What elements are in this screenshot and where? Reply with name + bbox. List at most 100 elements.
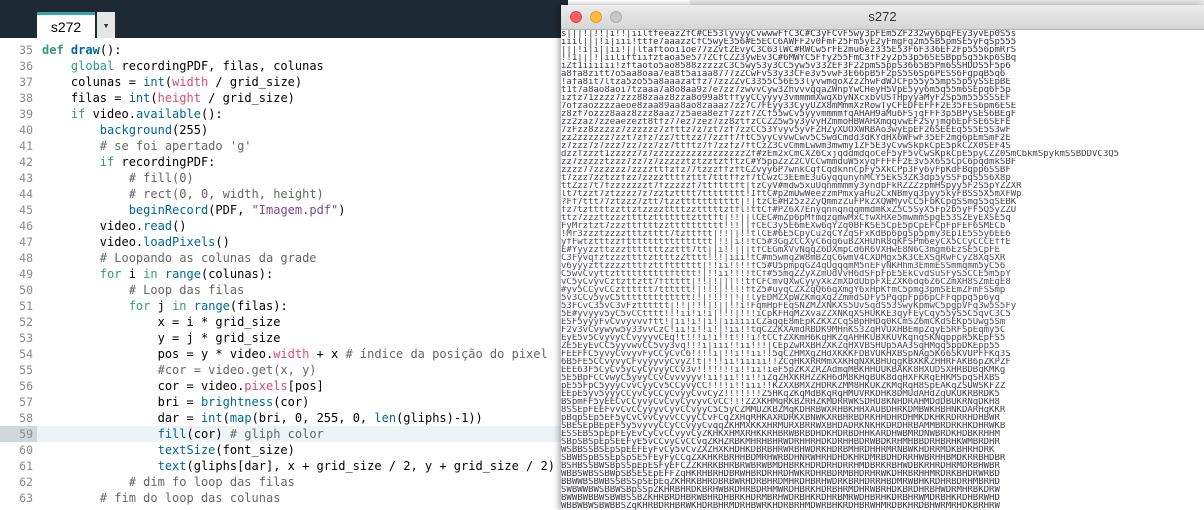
line-number: 36 — [19, 59, 33, 73]
code-line[interactable]: # rect(0, 0, width, height) — [37, 186, 568, 202]
code-line-text: for j in range(filas): — [128, 299, 288, 313]
code-line[interactable]: def draw(): — [37, 42, 568, 58]
code-line[interactable]: pos = y * video.width + x # índice da po… — [37, 346, 568, 362]
code-line-text: bri = brightness(cor) — [42, 395, 310, 409]
line-number: 60 — [19, 443, 33, 457]
code-line-text: colunas = int(width / grid_size) — [42, 75, 303, 89]
code-editor: s272 ▾ def draw(): global recordingPDF, … — [0, 0, 568, 510]
code-line-text: # Loop das filas — [128, 283, 245, 297]
code-line[interactable]: dar = int(map(bri, 0, 255, 0, len(gliphs… — [37, 410, 568, 426]
ascii-glyph-row: iiil|||!i|iii!ttfe7aaazzCfC5wyE356#E5ECC… — [561, 38, 1017, 46]
tab-menu-chevron-down-icon[interactable]: ▾ — [97, 12, 115, 38]
line-number: 38 — [19, 91, 33, 105]
code-line[interactable]: fill(cor) # gliph color — [37, 426, 568, 442]
code-line[interactable]: global recordingPDF, filas, colunas — [37, 58, 568, 74]
ascii-glyph-row: pBqpSEp5EF5yCvCvvCyvvCCyyCCvFCqZXHqRHKAX… — [561, 414, 1000, 422]
code-line[interactable]: filas = int(height / grid_size) — [37, 90, 568, 106]
ascii-glyph-row: zz2zzzzzz7zzt7zfz7zz7tttzz77zzff7ftC5yyC… — [561, 134, 1011, 142]
ascii-glyph-row: lt7tzzt7ztzzzz7z7zztztttt7tttttttt!IftC#… — [561, 190, 1022, 198]
code-line-text: pos = y * video.width + x # índice da po… — [42, 347, 548, 361]
code-line[interactable]: x = i * grid_size — [37, 314, 568, 330]
code-line-text: def draw(): — [42, 43, 122, 57]
code-line[interactable]: bri = brightness(cor) — [37, 394, 568, 410]
line-number: 44 — [19, 187, 33, 201]
code-line[interactable]: #cor = video.get(x, y) — [37, 362, 568, 378]
code-line-text: video.read() — [42, 219, 187, 233]
code-line[interactable]: textSize(font_size) — [37, 442, 568, 458]
code-line[interactable]: if recordingPDF: — [37, 154, 568, 170]
ascii-glyph-row: zzzz77zzzzzz7zzzzttfzfz77tzzzffzftCZvyy6… — [561, 166, 1011, 174]
ascii-glyph-row: z7zzz7z7zzz7zz7zz7zz7ttftz7f7zzfz7ftCzZ3… — [561, 142, 1011, 150]
code-line[interactable]: y = j * grid_size — [37, 330, 568, 346]
ascii-glyph-row: pE55FpC5yyyCvvCyyCv5CCyvyCC!!!!i!!iii!!K… — [561, 382, 1006, 390]
code-line[interactable]: # fim do loop das colunas — [37, 490, 568, 506]
ascii-glyph-row: a8fa8zitt7o5aa8oaa7ea8t5aiaa8777zZCwFvS3… — [561, 70, 1006, 78]
ascii-glyph-row: E#Yyyzzttzzztttttttzzttt7tt||i!!|||tfCEG… — [561, 246, 1000, 254]
ascii-glyph-row: ?Ff7ttt77ztzzz7ztt7tzzttttttttttt|!|tzCE… — [561, 198, 1017, 206]
code-line[interactable]: # dim fo loop das filas — [37, 474, 568, 490]
ascii-glyph-row: EEpE5yv5yyyCCyvCyCCyCvyyCvvCyZ!!!!!!!Z5H… — [561, 390, 1000, 398]
ascii-glyph-row: 6B5FE5CCvyvyCFvyyyvyCvyZ!t|!!!ii!iiiii!!… — [561, 358, 1011, 366]
code-line[interactable]: beginRecord(PDF, "Imagem.pdf") — [37, 202, 568, 218]
code-line[interactable]: if video.available(): — [37, 106, 568, 122]
code-line-text: # fill(0) — [128, 171, 194, 185]
line-number: 35 — [19, 43, 33, 57]
ascii-glyph-row: t7zzz7zztzzfzz7zzzztttfzttt7tttffzf7tCwz… — [561, 174, 1011, 182]
code-line[interactable]: # Loopando as colunas da grade — [37, 250, 568, 266]
code-line[interactable]: colunas = int(width / grid_size) — [37, 74, 568, 90]
line-number: 54 — [19, 347, 33, 361]
code-line-text: #cor = video.get(x, y) — [157, 363, 317, 377]
ascii-glyph-row: C5wvCvyttzttttttttttftttt!|!!ii!!!!tCf#5… — [561, 270, 1011, 278]
ascii-glyph-row: C3FyvqfztzzzttttzttttzZtttt!!!|iii!tC#m5… — [561, 254, 1006, 262]
window-titlebar[interactable]: s272 — [561, 5, 1204, 30]
line-number: 51 — [19, 299, 33, 313]
code-area[interactable]: def draw(): global recordingPDF, filas, … — [37, 38, 568, 510]
line-number: 55 — [19, 363, 33, 377]
ascii-glyph-row: 7ofzaozzzzaeoe8zaa89aa8ao8zaaaz7zz7C7FEy… — [561, 102, 1017, 110]
line-number: 52 — [19, 315, 33, 329]
ascii-video-canvas: s|||!|!!|i!!|iiltfeeazZfC#CE53lyvyyCvwww… — [561, 30, 1204, 510]
ascii-glyph-row: z8zf7ozzz8aaz8zzz8aaz7z5aea8ezf7zzf7ZCf5… — [561, 110, 1017, 118]
ascii-glyph-row: ESF5yyyFvCvvyvvvftt!|ii!i!|i!|iiiiiiCZaq… — [561, 318, 1006, 326]
line-number: 49 — [19, 267, 33, 281]
window-title: s272 — [868, 9, 897, 24]
line-number: 50 — [19, 283, 33, 297]
code-line-text: # dim fo loop das filas — [128, 475, 295, 489]
ascii-glyph-row: BBWWBSBWBSSBSSpSEpEqZKHRKBHRDBRBWRHDRBHR… — [561, 478, 1000, 486]
line-number: 41 — [19, 139, 33, 153]
code-line-text: x = i * grid_size — [42, 315, 281, 329]
code-line-text: fill(cor) # gliph color — [157, 427, 324, 441]
tab-label: s272 — [50, 18, 82, 35]
code-line-text: textSize(font_size) — [157, 443, 295, 457]
code-line[interactable]: video.loadPixels() — [37, 234, 568, 250]
code-line[interactable]: video.read() — [37, 218, 568, 234]
ascii-glyph-row: |||!i|i||ii!||ltaftooi1oe77zZvtZEvyC3C63… — [561, 46, 1017, 54]
code-line[interactable]: cor = video.pixels[pos] — [37, 378, 568, 394]
ascii-glyph-row: iztz71zzzz7zzz88zaaz8zza8o99a8tffyyCCyyy… — [561, 94, 1011, 102]
code-line[interactable]: text(gliphs[dar], x + grid_size / 2, y +… — [37, 458, 568, 474]
ascii-glyph-row: !!1|||!|iiliftiifztaoa5e577ZCfCZZ3ywEv3C… — [561, 54, 1017, 62]
ascii-glyph-row: 5E#yvyyv5yC5vCCtttt!!!ii!i!i|!!!|!!!iCpK… — [561, 310, 1011, 318]
code-line-text: # se foi apertado 'g' — [99, 139, 252, 153]
ascii-glyph-row: iZt1iiiiii!zftaoto5ao8588zzzzzC3C5wyS3y3… — [561, 62, 1011, 70]
line-number: 58 — [19, 411, 33, 425]
code-line[interactable]: background(255) — [37, 122, 568, 138]
code-line[interactable]: for i in range(colunas): — [37, 266, 568, 282]
code-line-text: beginRecord(PDF, "Imagem.pdf") — [128, 203, 346, 217]
ascii-glyph-row: t1t7a8ao8aoi7tzaaa7a8o8aa9z7e7zz7zwvvCyw… — [561, 86, 1011, 94]
ascii-glyph-row: !Mr3zzztzzzztttztttt7tzttftt|!!||!!tlCE#… — [561, 230, 1011, 238]
line-number: 59 — [19, 427, 33, 441]
code-line-text: # Loopando as colunas da grade — [99, 251, 317, 265]
code-line-text: dar = int(map(bri, 0, 255, 0, len(gliphs… — [42, 411, 483, 425]
tab-s272[interactable]: s272 — [37, 12, 95, 38]
code-line[interactable]: # Loop das filas — [37, 282, 568, 298]
code-line[interactable]: # se foi apertado 'g' — [37, 138, 568, 154]
ascii-glyph-row: fz7tzttttzzttztzzzzttttzztttttztfl!ttCf#… — [561, 206, 1017, 214]
line-number: 61 — [19, 459, 33, 473]
ascii-glyph-row: EyE5v5CvyvyCCvyyyvCEq!t!!!i!i!!t!!!i!tCC… — [561, 334, 1006, 342]
code-line[interactable]: # fill(0) — [37, 170, 568, 186]
ascii-glyph-row: EEE63F5CyCv5yCyCyvyyCCv3v!!!!!!!i!!ii!ie… — [561, 366, 1006, 374]
ascii-glyph-row: #yv5CCyvCCztttttt7tttttt!|!!!|!!!!ftZ5#u… — [561, 286, 1006, 294]
code-line[interactable]: for j in range(filas): — [37, 298, 568, 314]
ascii-glyph-row: zz7zzzzztzzz7zz7z7zzzzztztzztztftzC#Y5pp… — [561, 158, 1017, 166]
